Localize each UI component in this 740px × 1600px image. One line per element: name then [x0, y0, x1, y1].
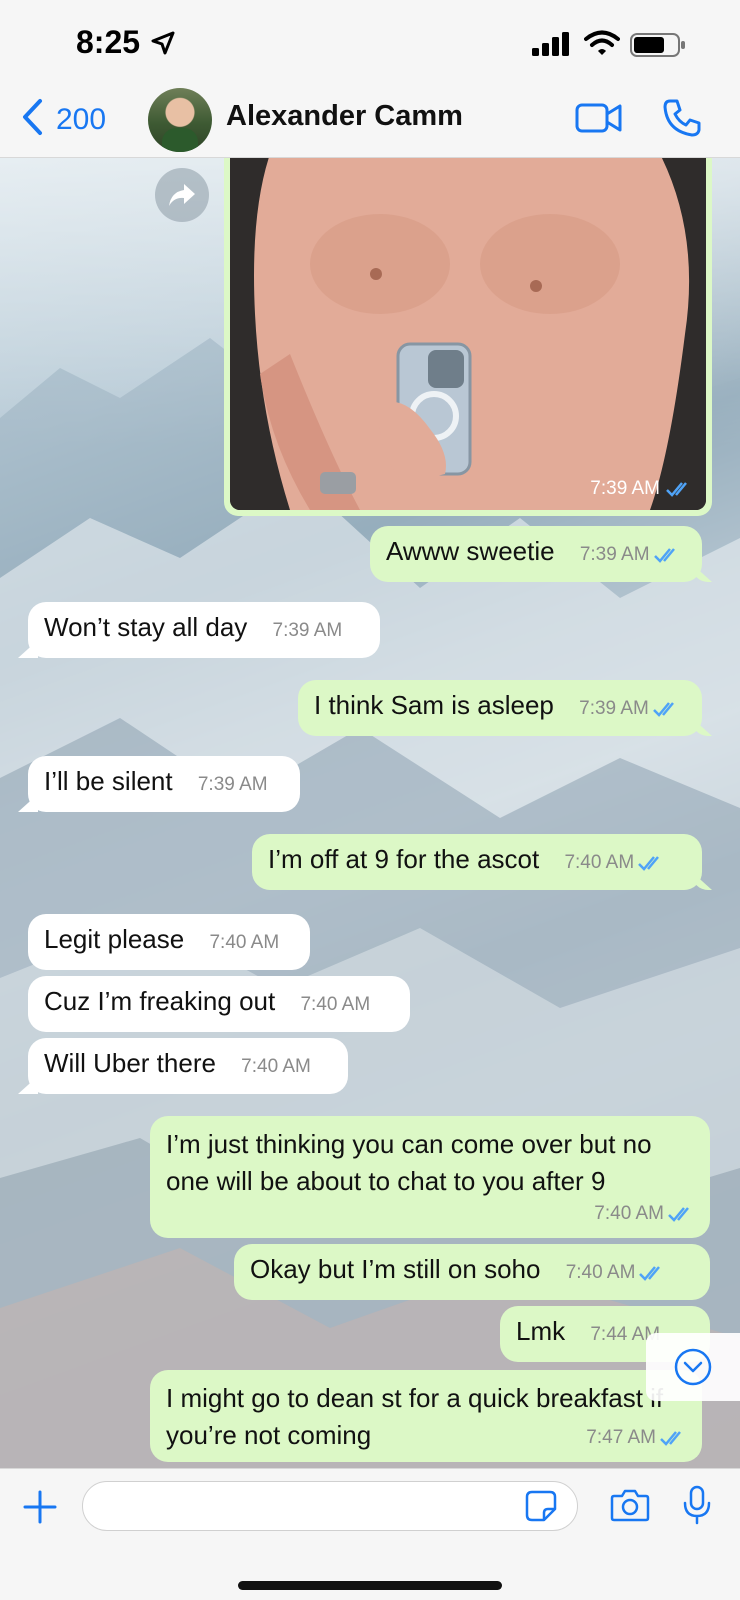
read-ticks-icon: [639, 1266, 661, 1281]
message-input[interactable]: [82, 1481, 578, 1531]
status-bar: 8:25: [0, 0, 740, 88]
message-text: Will Uber there: [44, 1048, 216, 1078]
message-bubble-outgoing[interactable]: I’m off at 9 for the ascot 7:40 AM: [252, 834, 702, 890]
message-time-text: 7:40 AM: [565, 1262, 636, 1283]
message-bubble-incoming[interactable]: Cuz I’m freaking out 7:40 AM: [28, 976, 410, 1032]
message-bubble-outgoing[interactable]: Awww sweetie 7:39 AM: [370, 526, 702, 582]
camera-icon[interactable]: [610, 1487, 650, 1528]
cellular-signal-icon: [532, 32, 572, 61]
message-text: Won’t stay all day: [44, 612, 248, 642]
home-indicator: [238, 1581, 502, 1590]
read-ticks-icon: [668, 1206, 689, 1222]
read-ticks-icon: [652, 702, 674, 717]
wifi-icon: [584, 30, 620, 61]
message-composer: [0, 1468, 740, 1600]
message-text: Cuz I’m freaking out: [44, 986, 276, 1016]
contact-name[interactable]: Alexander Camm: [226, 100, 463, 133]
read-ticks-icon: [666, 482, 687, 497]
message-time-text: 7:39 AM: [579, 544, 650, 565]
message-timestamp: 7:40 AM: [209, 932, 280, 953]
message-timestamp: 7:39 AM: [580, 544, 680, 566]
phone-call-icon[interactable]: [662, 98, 702, 143]
message-bubble-incoming[interactable]: Will Uber there 7:40 AM: [28, 1038, 348, 1094]
message-text: I’m off at 9 for the ascot: [268, 844, 540, 874]
message-timestamp: 7:40 AM: [594, 1195, 694, 1232]
message-text: Legit please: [44, 924, 185, 954]
message-timestamp: 7:39 AM: [197, 774, 268, 795]
read-ticks-icon: [653, 548, 675, 563]
message-text: I’m just thinking you can come over but …: [166, 1129, 652, 1196]
message-timestamp: 7:39 AM: [272, 620, 343, 641]
message-timestamp: 7:47 AM: [586, 1419, 686, 1456]
back-button[interactable]: 200: [20, 98, 106, 141]
battery-icon: [630, 32, 686, 63]
chat-header: 200 Alexander Camm: [0, 88, 740, 158]
photo-message[interactable]: 7:39 AM: [224, 158, 712, 516]
sticker-icon[interactable]: [524, 1489, 558, 1528]
message-bubble-outgoing[interactable]: I might go to dean st for a quick breakf…: [150, 1370, 702, 1462]
video-call-icon[interactable]: [575, 100, 623, 141]
message-text: Lmk: [516, 1316, 566, 1346]
photo-timestamp: 7:39 AM: [590, 478, 692, 500]
message-timestamp: 7:40 AM: [564, 852, 664, 874]
chat-area[interactable]: 7:39 AM Awww sweetie 7:39 AM Won’t stay …: [0, 158, 740, 1468]
photo-image[interactable]: 7:39 AM: [230, 158, 706, 510]
message-bubble-outgoing[interactable]: I think Sam is asleep 7:39 AM: [298, 680, 702, 736]
avatar[interactable]: [148, 88, 212, 152]
message-bubble-incoming[interactable]: Won’t stay all day 7:39 AM: [28, 602, 380, 658]
chevron-left-icon: [20, 98, 44, 141]
location-arrow-icon: [150, 30, 176, 61]
message-text: I’ll be silent: [44, 766, 173, 796]
status-time: 8:25: [76, 24, 141, 60]
read-ticks-icon: [660, 1430, 681, 1446]
chevron-down-icon: [674, 1348, 712, 1386]
message-time-text: 7:40 AM: [594, 1203, 664, 1224]
message-timestamp: 7:39 AM: [579, 698, 679, 720]
message-time-text: 7:39 AM: [579, 698, 649, 719]
message-text: Okay but I’m still on soho: [250, 1254, 541, 1284]
message-bubble-incoming[interactable]: Legit please 7:40 AM: [28, 914, 310, 970]
message-timestamp: 7:40 AM: [566, 1262, 666, 1284]
message-bubble-incoming[interactable]: I’ll be silent 7:39 AM: [28, 756, 300, 812]
plus-icon[interactable]: [22, 1489, 58, 1530]
message-timestamp: 7:40 AM: [300, 994, 371, 1015]
message-time-text: 7:47 AM: [586, 1427, 656, 1448]
message-bubble-outgoing[interactable]: I’m just thinking you can come over but …: [150, 1116, 710, 1238]
unread-count: 200: [56, 102, 107, 136]
read-ticks-icon: [638, 856, 660, 871]
message-bubble-outgoing[interactable]: Okay but I’m still on soho 7:40 AM: [234, 1244, 710, 1300]
forward-icon: [169, 184, 195, 206]
photo-time-text: 7:39 AM: [590, 478, 660, 499]
message-timestamp: 7:40 AM: [241, 1056, 311, 1077]
message-time-text: 7:40 AM: [564, 852, 635, 873]
message-text: Awww sweetie: [386, 536, 555, 566]
microphone-icon[interactable]: [682, 1485, 712, 1530]
scroll-to-bottom-button[interactable]: [646, 1333, 740, 1401]
message-text: I think Sam is asleep: [314, 690, 554, 720]
forward-button[interactable]: [155, 168, 209, 222]
